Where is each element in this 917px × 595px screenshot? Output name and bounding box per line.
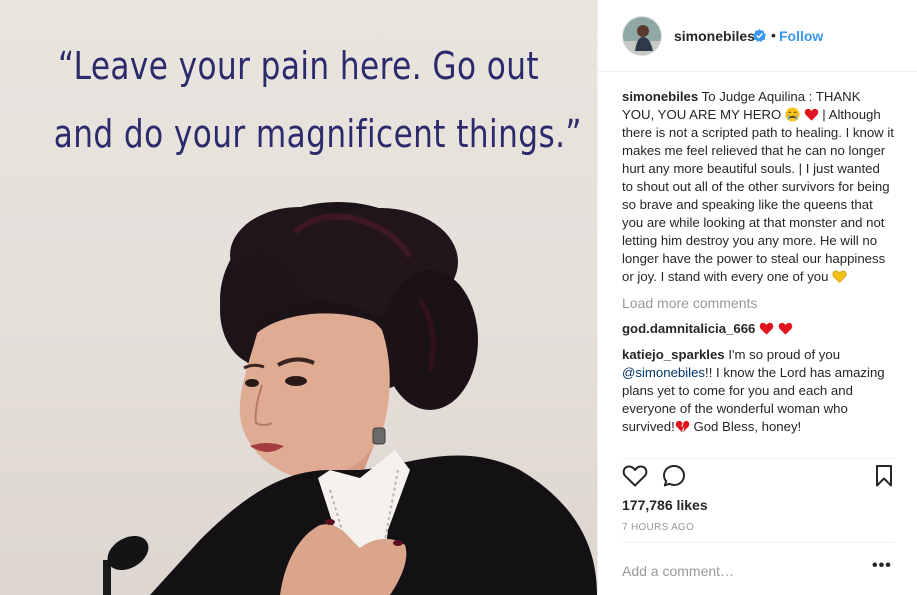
comment-item: god.damnitalicia_666 bbox=[622, 320, 894, 338]
red-heart-emoji bbox=[759, 322, 774, 335]
load-more-comments-button[interactable]: Load more comments bbox=[622, 294, 894, 312]
comment-text-part1: I'm so proud of you bbox=[728, 347, 841, 362]
instagram-post-modal: “Leave your pain here. Go out and do you… bbox=[0, 0, 917, 595]
actions-divider bbox=[622, 458, 894, 460]
comment-username[interactable]: god.damnitalicia_666 bbox=[622, 321, 755, 336]
heart-outline-icon[interactable] bbox=[622, 464, 648, 488]
quote-text: “Leave your pain here. Go out and do you… bbox=[53, 32, 582, 168]
post-header: simonebiles • Follow bbox=[598, 0, 917, 72]
avatar-image bbox=[623, 17, 661, 55]
more-options-button[interactable]: ••• bbox=[872, 557, 892, 575]
broken-heart-emoji bbox=[675, 420, 690, 433]
header-username[interactable]: simonebiles bbox=[674, 28, 755, 44]
caption-username[interactable]: simonebiles bbox=[622, 89, 698, 104]
red-heart-emoji bbox=[804, 108, 818, 121]
comment-bubble-icon[interactable] bbox=[662, 464, 686, 488]
bookmark-icon[interactable] bbox=[874, 464, 894, 488]
caption: simonebiles To Judge Aquilina : THANK YO… bbox=[622, 88, 894, 286]
mention-link[interactable]: @simonebiles bbox=[622, 365, 705, 380]
red-heart-emoji bbox=[778, 322, 792, 335]
comment-text-part3: God Bless, honey! bbox=[693, 419, 802, 434]
post-image[interactable]: “Leave your pain here. Go out and do you… bbox=[0, 0, 597, 595]
add-comment-input[interactable] bbox=[622, 562, 862, 580]
comments-list: simonebiles To Judge Aquilina : THANK YO… bbox=[622, 88, 894, 436]
add-comment-divider bbox=[622, 542, 894, 543]
likes-count[interactable]: 177,786 likes bbox=[622, 497, 708, 513]
post-timestamp[interactable]: 7 HOURS AGO bbox=[622, 522, 694, 533]
avatar[interactable] bbox=[622, 16, 662, 56]
comment-username[interactable]: katiejo_sparkles bbox=[622, 347, 725, 362]
quote-line-2: and do your magnificent things.” bbox=[53, 112, 582, 156]
crying-face-emoji bbox=[785, 107, 800, 122]
yellow-heart-emoji bbox=[832, 270, 847, 283]
verified-badge-icon bbox=[753, 29, 766, 42]
quote-line-1: “Leave your pain here. Go out bbox=[57, 44, 539, 88]
header-separator: • bbox=[771, 27, 776, 43]
post-details-panel: simonebiles • Follow simonebiles To Judg… bbox=[597, 0, 917, 595]
caption-text-part2: | Although there is not a scripted path … bbox=[622, 107, 894, 284]
follow-button[interactable]: Follow bbox=[779, 28, 823, 44]
comment-item: katiejo_sparkles I'm so proud of you @si… bbox=[622, 346, 894, 436]
